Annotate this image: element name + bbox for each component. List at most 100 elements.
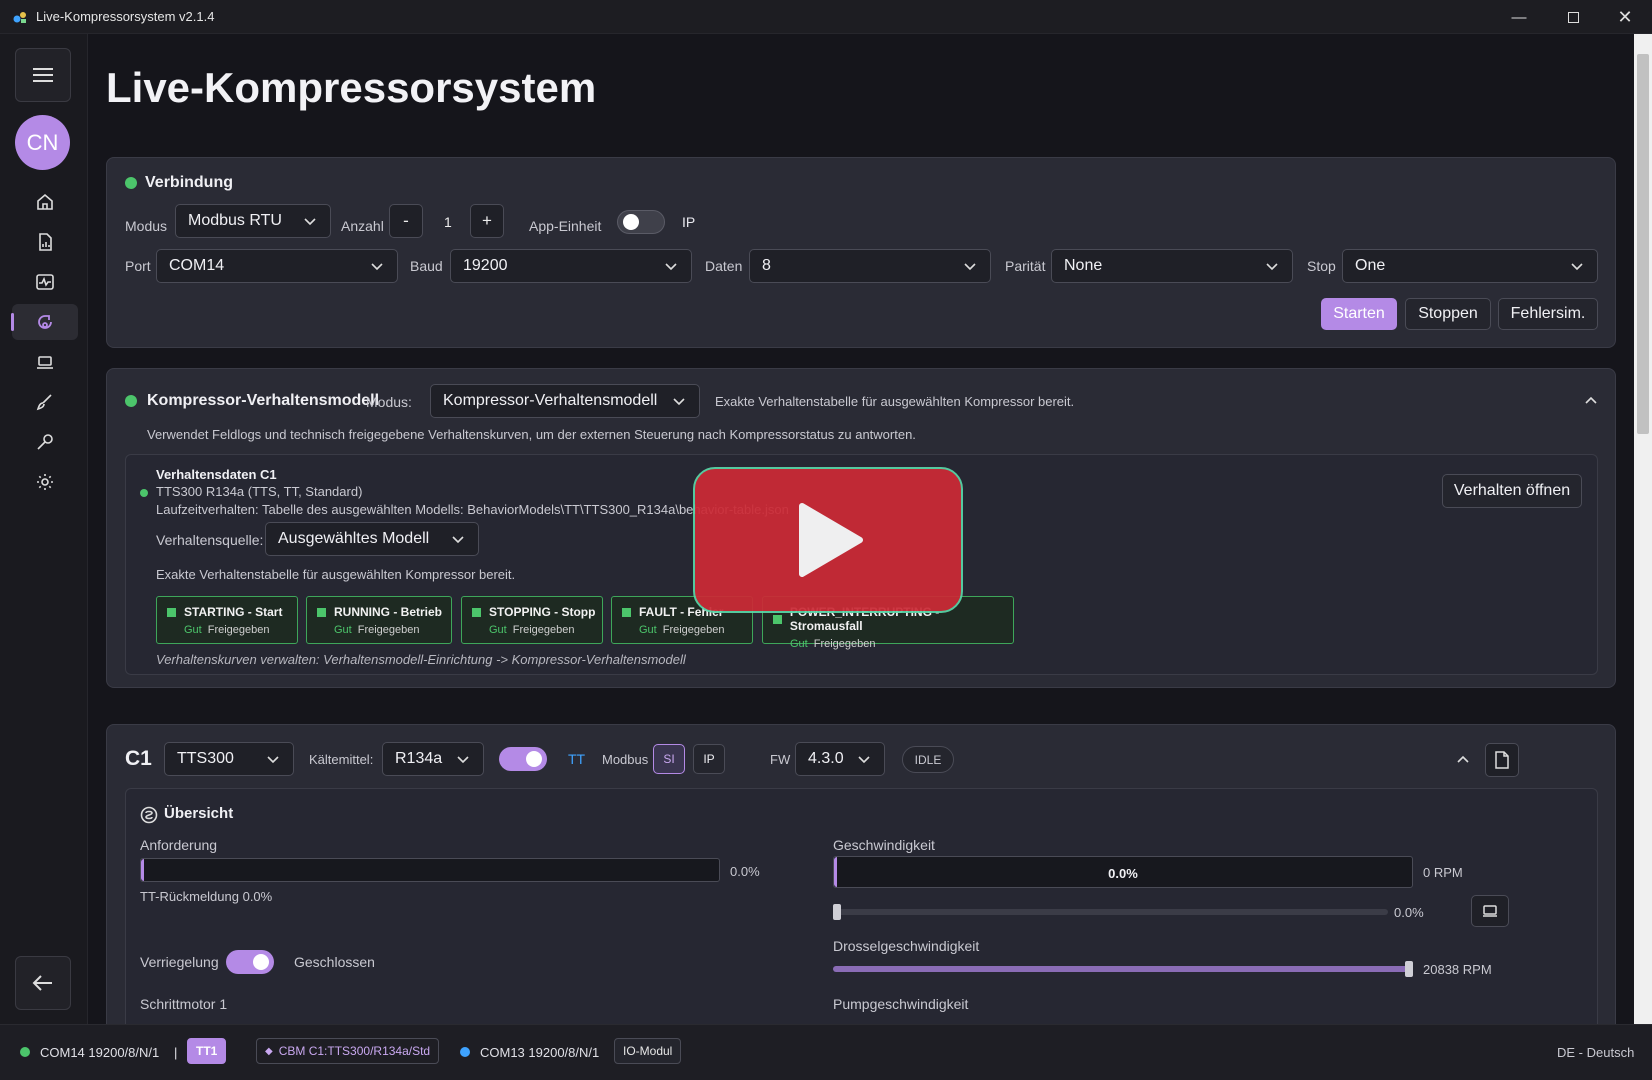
nav-tools[interactable] [12,424,78,460]
refrigerant-select[interactable]: R134a [382,742,484,776]
nav-monitor[interactable] [12,264,78,300]
baud-select[interactable]: 19200 [450,249,692,283]
demand-label: Anforderung [140,837,218,853]
avatar[interactable]: CN [15,115,70,170]
count-decrement-button[interactable]: - [389,204,423,238]
tt-toggle[interactable] [499,747,547,771]
interlock-state: Geschlossen [294,954,375,970]
model-status-dot [140,489,148,497]
close-button[interactable]: ✕ [1598,0,1652,34]
stepper-label: Schrittmotor 1 [140,996,228,1012]
fault-sim-button[interactable]: Fehlersim. [1498,298,1598,330]
chevron-up-icon[interactable] [1583,394,1599,406]
speed-slider-thumb[interactable] [833,904,841,920]
nav-design[interactable] [12,384,78,420]
stop-button[interactable]: Stoppen [1405,298,1491,330]
nav-settings[interactable] [12,464,78,500]
video-play-button[interactable] [693,467,963,613]
vertical-scrollbar[interactable] [1634,34,1652,1024]
mode-select[interactable]: Modbus RTU [175,204,331,238]
document-icon [1495,751,1509,769]
modbus-ip-button[interactable]: IP [693,744,725,774]
speed-display-button[interactable] [1471,895,1509,927]
app-unit-ip-toggle[interactable] [617,210,665,234]
state-chip-status: Freigegeben [662,624,725,636]
pulse-icon [36,274,54,290]
app-icon [13,11,26,23]
state-badge: IDLE [902,746,954,773]
nav-devices[interactable] [12,344,78,380]
parity-select-value: None [1064,257,1103,274]
io-port-info: COM13 19200/8/N/1 [480,1045,600,1060]
sidebar: CN [0,34,88,1024]
wrench-icon [37,434,53,450]
cbm-chip[interactable]: ◆ CBM C1:TTS300/R134a/Std [256,1038,440,1064]
throttle-rpm: 20838 RPM [1423,962,1492,977]
chevron-down-icon [1571,263,1583,271]
compressor-model-value: TTS300 [177,750,234,767]
behavior-source-select[interactable]: Ausgewähltes Modell [265,522,479,556]
demand-bar [140,858,720,882]
manage-curves-hint: Verhaltenskurven verwalten: Verhaltensmo… [156,652,686,667]
behavior-ready-text: Exakte Verhaltenstabelle für ausgewählte… [156,567,516,582]
speed-slider-track[interactable] [833,909,1388,915]
status-bar: COM14 19200/8/N/1 | TT1 ◆ CBM C1:TTS300/… [0,1024,1652,1080]
separator: | [174,1045,178,1060]
hamburger-icon [33,68,53,82]
nav-live-compressor[interactable] [11,304,78,340]
io-module-chip[interactable]: IO-Modul [614,1038,682,1064]
chevron-up-icon[interactable] [1455,753,1471,765]
throttle-slider-thumb[interactable] [1405,961,1413,977]
data-bits-select-value: 8 [762,257,771,274]
nav-home[interactable] [12,184,78,220]
language-indicator[interactable]: DE - Deutsch [1557,1045,1634,1060]
mode-select-value: Modbus RTU [188,212,282,229]
cbm-chip-label: CBM C1:TTS300/R134a/Std [278,1044,431,1058]
stop-bits-select[interactable]: One [1342,249,1598,283]
document-chart-icon [39,233,52,251]
scrollbar-thumb[interactable] [1637,54,1649,434]
title-bar: Live-Kompressorsystem v2.1.4 — ✕ [0,0,1652,34]
compressor-model-select[interactable]: TTS300 [164,742,294,776]
throttle-slider-track[interactable] [833,966,1413,972]
parity-select[interactable]: None [1051,249,1293,283]
maximize-button[interactable] [1546,0,1600,34]
demand-value: 0.0% [730,864,760,879]
modbus-si-button[interactable]: SI [653,744,685,774]
state-chip[interactable]: STARTING - Start Gut Freigegeben [156,596,298,644]
menu-button[interactable] [15,48,71,102]
state-chip[interactable]: STOPPING - Stopp Gut Freigegeben [461,596,603,644]
fw-select[interactable]: 4.3.0 [795,742,885,776]
fw-label: FW [770,752,791,767]
open-behavior-button[interactable]: Verhalten öffnen [1442,474,1582,508]
window-title: Live-Kompressorsystem v2.1.4 [36,9,215,24]
compressor-document-button[interactable] [1485,743,1519,777]
model-line: TTS300 R134a (TTS, TT, Standard) [156,484,363,499]
nav-reports[interactable] [12,224,78,260]
connection-card: Verbindung Modus Modbus RTU Anzahl - 1 +… [106,157,1616,348]
state-chip-quality: Gut [790,638,808,650]
throttle-label: Drosselgeschwindigkeit [833,938,980,954]
state-chip-status: Freigegeben [357,624,420,636]
minimize-button[interactable]: — [1492,0,1546,34]
connection-heading: Verbindung [145,174,233,191]
behavior-status-dot [125,395,137,407]
home-icon [37,193,53,210]
main-content: Live-Kompressorsystem Verbindung Modus M… [88,34,1634,1024]
port-select[interactable]: COM14 [156,249,398,283]
back-button[interactable] [15,956,71,1010]
diamond-icon: ◆ [265,1045,273,1057]
data-bits-select[interactable]: 8 [749,249,991,283]
page-title: Live-Kompressorsystem [106,64,597,111]
state-chip[interactable]: RUNNING - Betrieb Gut Freigegeben [306,596,452,644]
gear-icon [37,474,53,490]
chevron-down-icon [665,263,677,271]
interlock-toggle[interactable] [226,950,274,974]
state-chip-title: RUNNING - Betrieb [334,605,443,619]
start-button[interactable]: Starten [1321,298,1397,330]
chevron-down-icon [1266,263,1278,271]
laptop-icon [37,356,53,369]
tt-chip[interactable]: TT1 [187,1038,227,1064]
behavior-mode-select[interactable]: Kompressor-Verhaltensmodell [430,384,700,418]
count-increment-button[interactable]: + [470,204,504,238]
